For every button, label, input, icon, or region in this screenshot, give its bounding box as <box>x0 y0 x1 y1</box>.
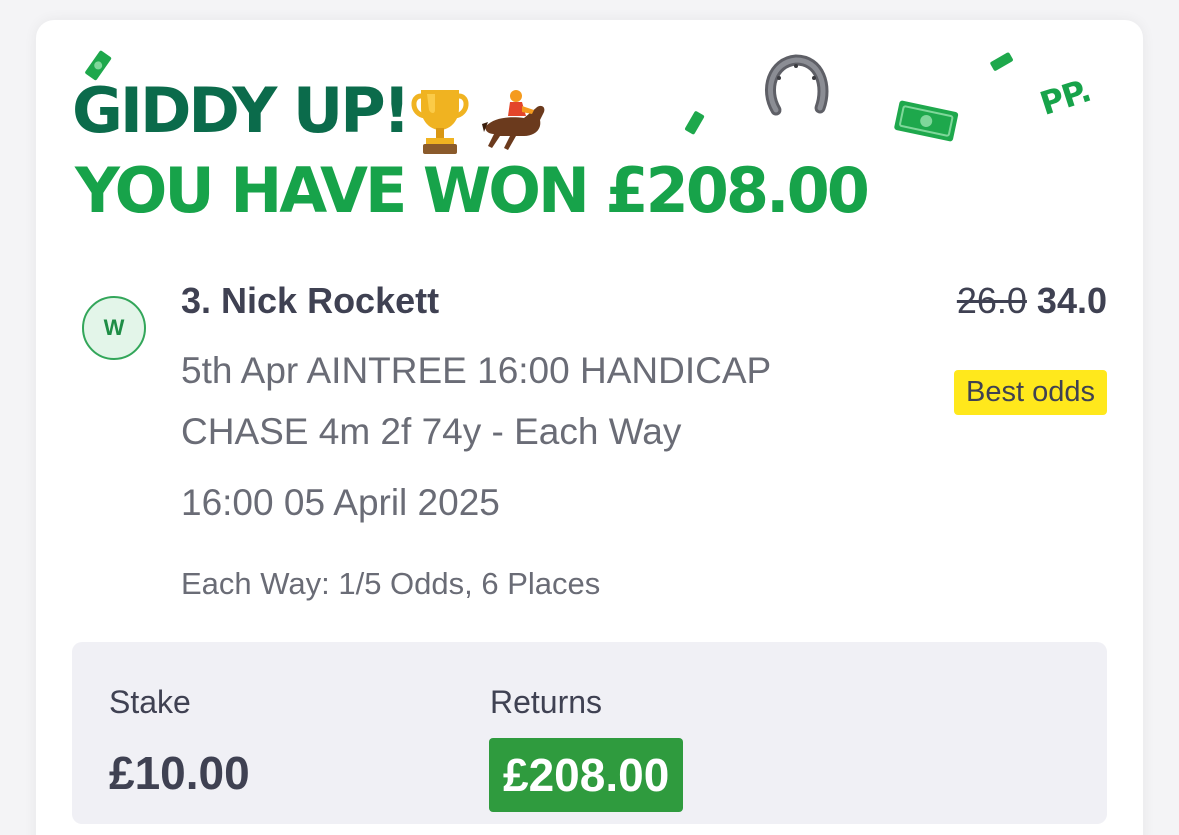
selection-name: 3. Nick Rockett <box>181 280 440 321</box>
event-datetime: 16:00 05 April 2025 <box>181 482 500 523</box>
headline-giddy-up: GIDDY UP! <box>72 74 411 147</box>
returns-value: £208.00 <box>489 738 684 812</box>
headline-won-amount: YOU HAVE WON £208.00 <box>75 154 870 227</box>
best-odds-badge: Best odds <box>954 370 1107 415</box>
stake-label: Stake <box>109 684 191 720</box>
settled-odds: 34.0 <box>1036 280 1107 321</box>
odds-display: 26.0 34.0 <box>957 280 1107 322</box>
horseshoe-icon <box>765 54 829 116</box>
original-odds: 26.0 <box>956 280 1027 321</box>
each-way-terms: Each Way: 1/5 Odds, 6 Places <box>181 566 601 601</box>
cash-note-icon <box>894 100 959 142</box>
stake-value: £10.00 <box>109 747 250 799</box>
stake-returns-panel: Stake £10.00 Returns £208.00 <box>72 642 1107 824</box>
cash-note-icon <box>685 111 705 135</box>
win-result-badge: W <box>82 296 146 360</box>
jockey-horse-icon <box>482 90 545 150</box>
trophy-icon <box>411 90 469 154</box>
cash-note-icon <box>990 52 1013 71</box>
market-description: 5th Apr AINTREE 16:00 HANDICAP CHASE 4m … <box>181 350 771 452</box>
returns-label: Returns <box>490 684 603 720</box>
